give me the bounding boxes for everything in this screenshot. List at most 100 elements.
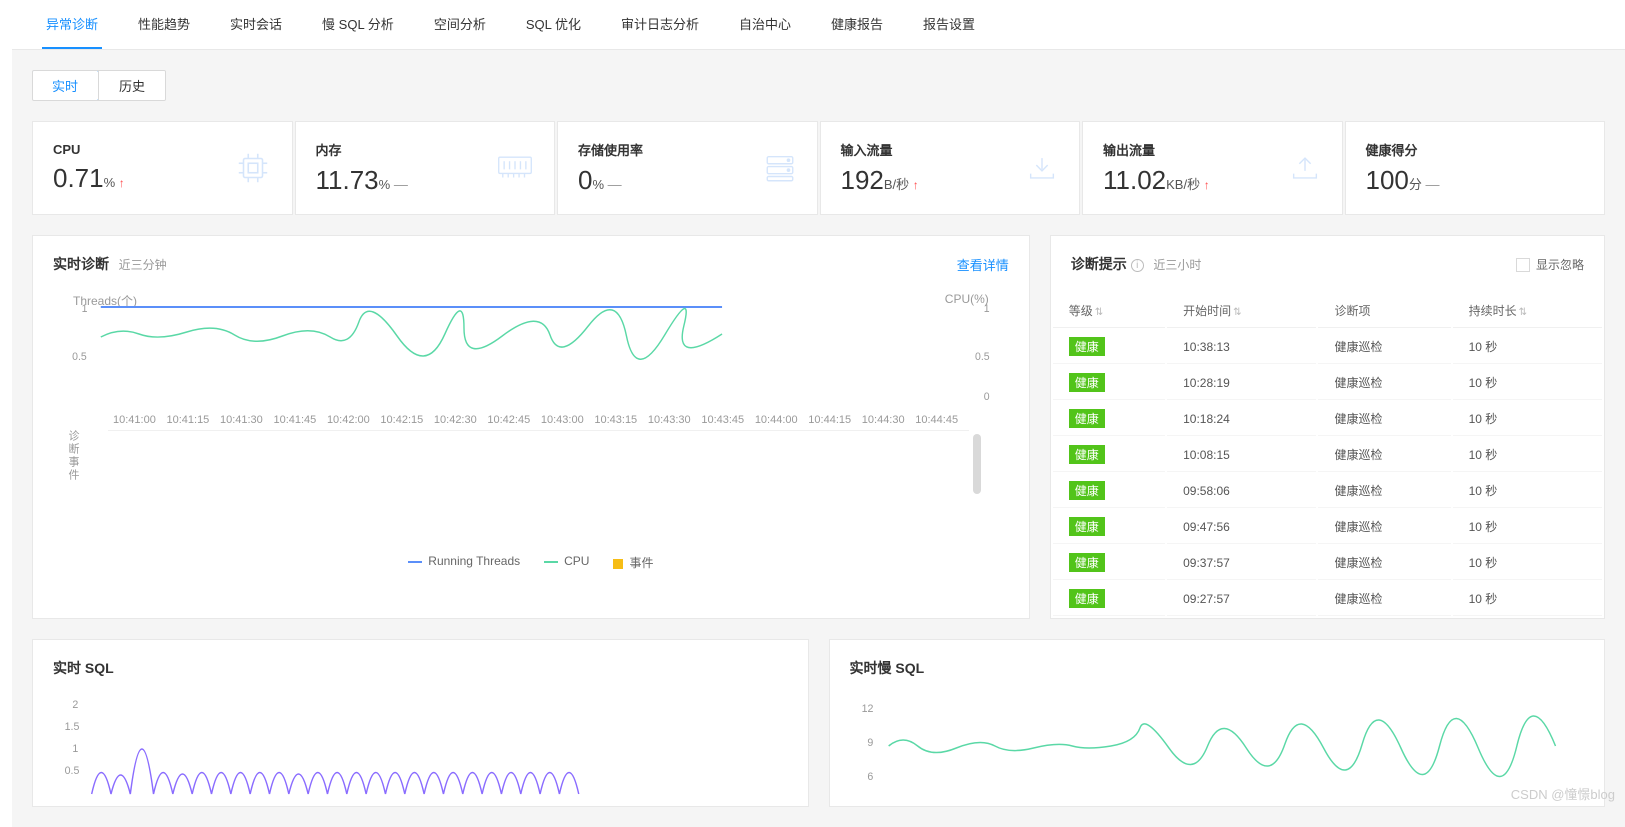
metric-unit: B/秒 bbox=[884, 177, 913, 192]
table-row[interactable]: 健康09:47:56健康巡检10 秒 bbox=[1053, 510, 1602, 544]
cell-time: 09:47:56 bbox=[1167, 510, 1316, 544]
tips-col-1[interactable]: 开始时间⇅ bbox=[1167, 294, 1316, 328]
metric-label: CPU bbox=[53, 142, 125, 157]
main-tabs: 异常诊断性能趋势实时会话慢 SQL 分析空间分析 SQL 优化审计日志分析自治中心… bbox=[12, 0, 1625, 50]
table-row[interactable]: 健康10:38:13健康巡检10 秒 bbox=[1053, 330, 1602, 364]
cell-item: 健康巡检 bbox=[1318, 510, 1450, 544]
metric-4[interactable]: 输出流量11.02KB/秒 ↑ bbox=[1082, 121, 1343, 215]
info-icon[interactable]: i bbox=[1131, 259, 1144, 272]
table-row[interactable]: 健康10:08:15健康巡检10 秒 bbox=[1053, 438, 1602, 472]
legend-item[interactable]: 事件 bbox=[613, 554, 653, 571]
cell-item: 健康巡检 bbox=[1318, 438, 1450, 472]
view-detail-link[interactable]: 查看详情 bbox=[957, 255, 1009, 274]
cell-item: 健康巡检 bbox=[1318, 546, 1450, 580]
metric-unit: % bbox=[592, 177, 607, 192]
realtime-sql-card: 实时 SQL 2 1.5 1 0.5 bbox=[32, 639, 809, 807]
cell-item: 健康巡检 bbox=[1318, 474, 1450, 508]
x-tick: 10:44:45 bbox=[915, 414, 968, 426]
metric-unit: 分 bbox=[1409, 177, 1426, 192]
realtime-diag-card: 实时诊断 近三分钟 查看详情 Threads(个) CPU(%) 1 0.5 1… bbox=[32, 235, 1030, 619]
legend-item[interactable]: CPU bbox=[544, 554, 589, 571]
metric-unit: KB/秒 bbox=[1166, 177, 1204, 192]
watermark: CSDN @憧憬blog bbox=[1511, 784, 1615, 803]
sql-series bbox=[92, 749, 579, 794]
status-badge: 健康 bbox=[1069, 373, 1105, 392]
x-tick: 10:44:30 bbox=[862, 414, 915, 426]
cell-dur: 10 秒 bbox=[1453, 438, 1602, 472]
diag-chart: 1 0.5 1 0.5 0 10:41:0010:41:1510:41:3010… bbox=[33, 292, 1029, 542]
metric-0[interactable]: CPU0.71% ↑ bbox=[32, 121, 293, 215]
x-tick: 10:41:30 bbox=[220, 414, 273, 426]
metric-1[interactable]: 内存11.73% — bbox=[295, 121, 556, 215]
table-row[interactable]: 健康 09:37:57健康巡检10 秒 bbox=[1053, 546, 1602, 580]
cpu-icon bbox=[234, 149, 272, 187]
nav-tab-5[interactable]: SQL 优化 bbox=[522, 0, 585, 49]
status-badge: 健康 bbox=[1069, 409, 1105, 428]
diag-tips-card: 诊断提示i 近三小时 显示忽略 等级⇅开始时间⇅诊断项持续时长⇅ 健康10:38… bbox=[1050, 235, 1605, 619]
cell-dur: 10 秒 bbox=[1453, 402, 1602, 436]
upload-icon bbox=[1288, 153, 1322, 183]
cell-dur: 10 秒 bbox=[1453, 474, 1602, 508]
table-row[interactable]: 健康09:27:57健康巡检10 秒 bbox=[1053, 582, 1602, 616]
tips-col-0[interactable]: 等级⇅ bbox=[1053, 294, 1165, 328]
x-tick: 10:43:45 bbox=[701, 414, 754, 426]
cell-time: 09:27:57 bbox=[1167, 582, 1316, 616]
metric-3[interactable]: 输入流量192B/秒 ↑ bbox=[820, 121, 1081, 215]
metric-5[interactable]: 健康得分100分 — bbox=[1345, 121, 1606, 215]
cell-dur: 10 秒 bbox=[1453, 510, 1602, 544]
metric-value: 100 bbox=[1366, 165, 1409, 195]
nav-tab-6[interactable]: 审计日志分析 bbox=[617, 0, 703, 49]
table-row[interactable]: 健康10:18:24健康巡检10 秒 bbox=[1053, 402, 1602, 436]
slow-sql-title: 实时慢 SQL bbox=[850, 658, 925, 678]
cell-dur: 10 秒 bbox=[1453, 330, 1602, 364]
nav-tab-8[interactable]: 健康报告 bbox=[827, 0, 887, 49]
metric-value: 11.73 bbox=[316, 165, 379, 195]
table-row[interactable]: 健康10:28:19健康巡检10 秒 bbox=[1053, 366, 1602, 400]
nav-tab-7[interactable]: 自治中心 bbox=[735, 0, 795, 49]
sub-tabs: 实时历史 bbox=[32, 70, 166, 101]
x-tick: 10:44:15 bbox=[808, 414, 861, 426]
metric-value: 0 bbox=[578, 165, 592, 195]
nav-tab-9[interactable]: 报告设置 bbox=[919, 0, 979, 49]
memory-icon bbox=[496, 154, 534, 182]
nav-tab-2[interactable]: 实时会话 bbox=[226, 0, 286, 49]
x-tick: 10:43:00 bbox=[541, 414, 594, 426]
x-ticks: 10:41:0010:41:1510:41:3010:41:4510:42:00… bbox=[53, 412, 1009, 426]
nav-tab-1[interactable]: 性能趋势 bbox=[134, 0, 194, 49]
x-tick: 10:44:00 bbox=[755, 414, 808, 426]
tips-title: 诊断提示 bbox=[1071, 256, 1127, 272]
x-tick: 10:43:15 bbox=[594, 414, 647, 426]
slow-sql-series bbox=[888, 716, 1555, 777]
subtab-0[interactable]: 实时 bbox=[32, 70, 99, 101]
tips-col-3[interactable]: 持续时长⇅ bbox=[1453, 294, 1602, 328]
legend-item[interactable]: Running Threads bbox=[408, 554, 520, 571]
status-badge: 健康 bbox=[1069, 553, 1105, 572]
nav-tab-4[interactable]: 空间分析 bbox=[430, 0, 490, 49]
cell-dur: 10 秒 bbox=[1453, 546, 1602, 580]
x-tick: 10:42:15 bbox=[380, 414, 433, 426]
metric-2[interactable]: 存储使用率0% — bbox=[557, 121, 818, 215]
diag-side-label: 诊断事件 bbox=[65, 430, 81, 482]
metric-label: 健康得分 bbox=[1366, 140, 1440, 159]
cell-item: 健康巡检 bbox=[1318, 402, 1450, 436]
svg-text:1.5: 1.5 bbox=[65, 721, 80, 733]
ytick: 0.5 bbox=[975, 351, 990, 363]
ignore-checkbox[interactable]: 显示忽略 bbox=[1516, 256, 1584, 273]
subtab-1[interactable]: 历史 bbox=[98, 71, 165, 100]
tips-col-2[interactable]: 诊断项 bbox=[1318, 294, 1450, 328]
table-row[interactable]: 健康09:58:06健康巡检10 秒 bbox=[1053, 474, 1602, 508]
diag-sub: 近三分钟 bbox=[119, 258, 167, 272]
tips-table: 等级⇅开始时间⇅诊断项持续时长⇅ 健康10:38:13健康巡检10 秒健康10:… bbox=[1051, 292, 1604, 618]
nav-tab-3[interactable]: 慢 SQL 分析 bbox=[318, 0, 398, 49]
x-tick: 10:41:00 bbox=[113, 414, 166, 426]
status-badge: 健康 bbox=[1069, 589, 1105, 608]
cell-time: 09:37:57 bbox=[1167, 546, 1316, 580]
cell-time: 10:28:19 bbox=[1167, 366, 1316, 400]
download-icon bbox=[1025, 153, 1059, 183]
scrollbar[interactable] bbox=[973, 434, 981, 494]
realtime-slow-sql-card: 实时慢 SQL 12 9 6 bbox=[829, 639, 1606, 807]
metrics-row: CPU0.71% ↑内存11.73% —存储使用率0% —输入流量192B/秒 … bbox=[32, 121, 1605, 215]
svg-text:2: 2 bbox=[72, 699, 78, 711]
nav-tab-0[interactable]: 异常诊断 bbox=[42, 0, 102, 49]
status-badge: 健康 bbox=[1069, 445, 1105, 464]
